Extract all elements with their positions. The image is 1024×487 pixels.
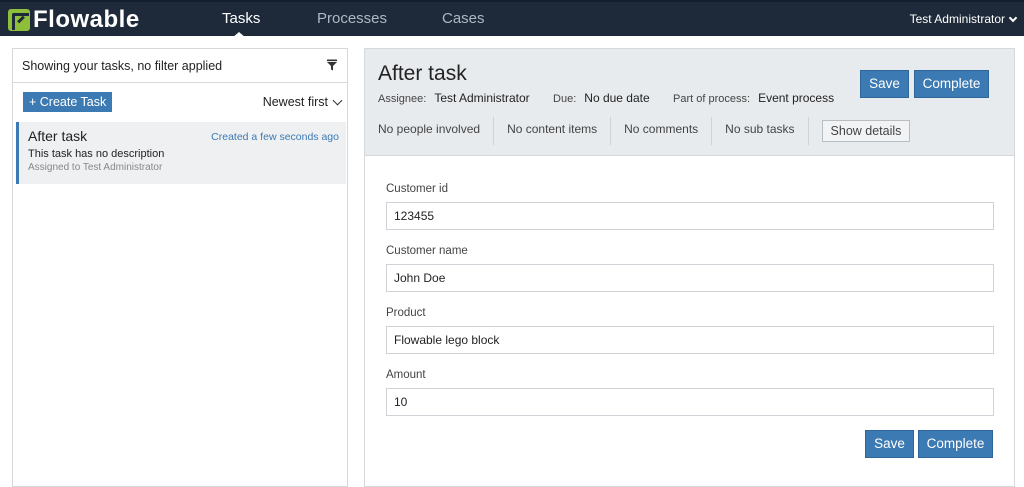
tab-cases[interactable]: Cases (442, 10, 485, 27)
task-detail-header: After task Assignee: Test Administrator D… (365, 49, 1014, 156)
people-involved-link[interactable]: No people involved (365, 117, 495, 145)
product-input[interactable] (386, 326, 994, 354)
customer-name-label: Customer name (386, 245, 468, 257)
filter-bar[interactable]: Showing your tasks, no filter applied (13, 49, 347, 83)
show-details-button[interactable]: Show details (821, 120, 911, 142)
chevron-down-icon (332, 95, 343, 105)
form-save-button[interactable]: Save (865, 430, 914, 458)
tab-processes[interactable]: Processes (317, 10, 387, 27)
customer-id-input[interactable] (386, 202, 994, 230)
task-list-item[interactable]: After task Created a few seconds ago Thi… (16, 122, 346, 184)
task-title: After task (378, 62, 467, 85)
sort-dropdown[interactable]: Newest first (262, 95, 343, 109)
comments-link[interactable]: No comments (611, 117, 713, 145)
sort-label: Newest first (262, 95, 328, 109)
sub-tasks-link[interactable]: No sub tasks (712, 117, 809, 145)
form-complete-button[interactable]: Complete (918, 430, 993, 458)
task-item-assignee: Assigned to Test Administrator (28, 162, 163, 173)
task-counts: No people involved No content items No c… (365, 117, 911, 145)
chevron-down-icon (1008, 13, 1018, 22)
task-list-panel: Showing your tasks, no filter applied + … (12, 48, 348, 487)
funnel-icon[interactable] (326, 59, 338, 71)
process-label: Part of process: (673, 93, 751, 105)
top-navbar: Flowable Tasks Processes Cases Test Admi… (0, 0, 1024, 38)
create-task-button[interactable]: + Create Task (23, 92, 113, 112)
process-value[interactable]: Event process (758, 91, 834, 105)
task-item-created: Created a few seconds ago (211, 131, 339, 143)
flowable-logo-icon (8, 9, 30, 31)
customer-name-input[interactable] (386, 264, 994, 292)
flowable-logo[interactable]: Flowable (8, 6, 140, 33)
save-button[interactable]: Save (860, 70, 909, 98)
product-label: Product (386, 307, 426, 319)
content-items-link[interactable]: No content items (494, 117, 612, 145)
logo-text: Flowable (33, 6, 140, 33)
due-value[interactable]: No due date (584, 91, 649, 105)
filter-text: Showing your tasks, no filter applied (22, 58, 223, 73)
assignee-label: Assignee: (378, 93, 427, 105)
customer-id-label: Customer id (386, 183, 448, 195)
amount-label: Amount (386, 369, 426, 381)
task-item-description: This task has no description (28, 148, 165, 160)
due-label: Due: (553, 93, 577, 105)
assignee-value[interactable]: Test Administrator (434, 91, 529, 105)
amount-input[interactable] (386, 388, 994, 416)
task-detail-panel: After task Assignee: Test Administrator D… (364, 48, 1015, 487)
complete-button[interactable]: Complete (914, 70, 989, 98)
task-meta: Assignee: Test Administrator Due: No due d… (378, 91, 854, 105)
tab-tasks[interactable]: Tasks (222, 10, 260, 27)
user-name: Test Administrator (909, 12, 1005, 26)
active-tab-caret (232, 32, 246, 38)
user-menu[interactable]: Test Administrator (909, 12, 1018, 26)
